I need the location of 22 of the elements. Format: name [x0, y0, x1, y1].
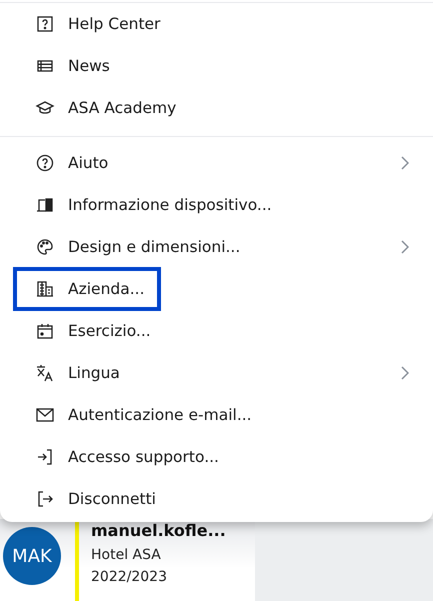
- menu-item[interactable]: Lingua: [0, 352, 433, 394]
- menu-item[interactable]: Esercizio...: [0, 310, 433, 352]
- calendar-icon: [35, 321, 55, 341]
- building-icon: [35, 279, 55, 299]
- user-name: manuel.kofle...: [91, 521, 226, 541]
- menu-item[interactable]: Help Center: [0, 3, 433, 45]
- menu-item[interactable]: ASA Academy: [0, 87, 433, 129]
- menu-item[interactable]: Aiuto: [0, 142, 433, 184]
- menu-item[interactable]: Accesso supporto...: [0, 436, 433, 478]
- menu-item[interactable]: News: [0, 45, 433, 87]
- menu-item[interactable]: Informazione dispositivo...: [0, 184, 433, 226]
- help-icon: [35, 14, 55, 34]
- menu-item[interactable]: Azienda...: [0, 268, 433, 310]
- palette-icon: [35, 237, 55, 257]
- help-icon: [35, 153, 55, 173]
- fiscal-year: 2022/2023: [91, 569, 168, 585]
- company-name: Hotel ASA: [91, 547, 162, 563]
- menu-item[interactable]: Autenticazione e-mail...: [0, 394, 433, 436]
- translate-icon: [35, 363, 55, 383]
- menu-item[interactable]: Design e dimensioni...: [0, 226, 433, 268]
- avatar: MAK: [3, 527, 61, 585]
- menu-item[interactable]: Disconnetti: [0, 478, 433, 520]
